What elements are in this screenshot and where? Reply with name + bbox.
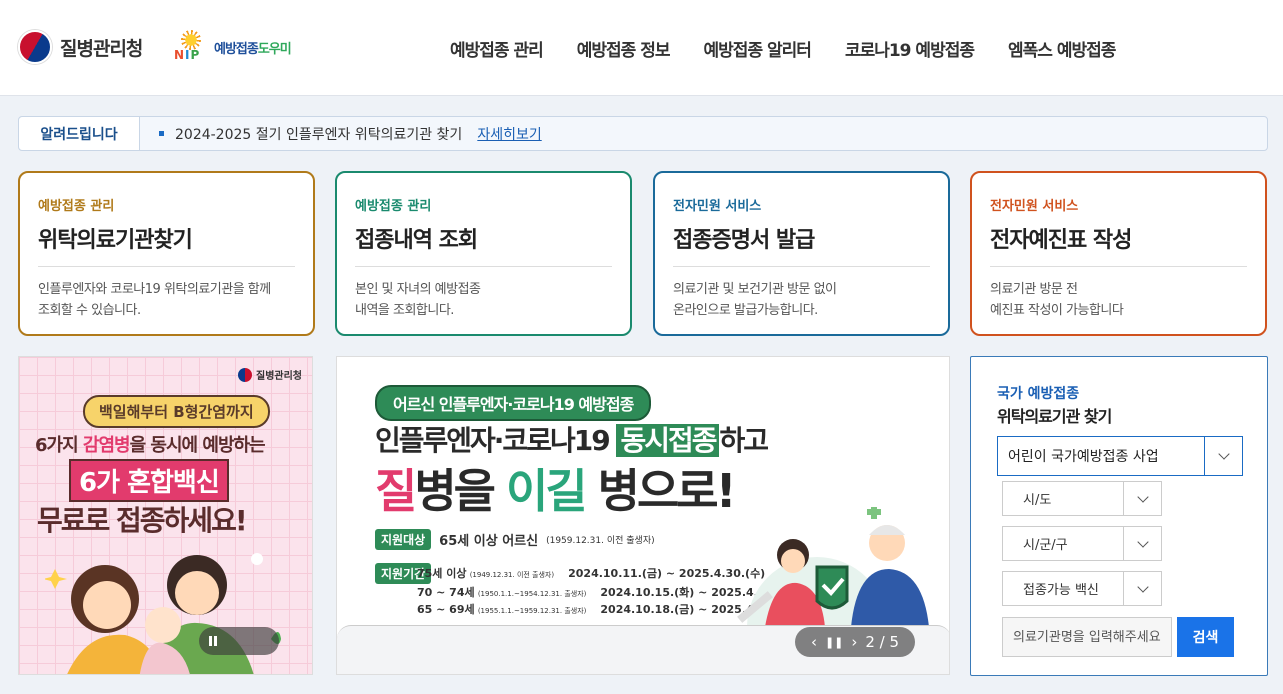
card-title: 접종내역 조회	[355, 222, 612, 267]
chevron-down-icon	[1123, 572, 1161, 605]
nip-logo[interactable]: NIP 예방접종도우미	[172, 30, 292, 64]
chevron-down-icon	[1123, 482, 1161, 515]
support-target-note: (1959.12.31. 이전 출생자)	[546, 536, 655, 546]
chevron-down-icon	[1204, 437, 1242, 475]
notice-bar: 알려드립니다 2024-2025 절기 인플루엔자 위탁의료기관 찾기 자세히보…	[18, 116, 1268, 151]
sido-select[interactable]: 시/도	[1002, 481, 1162, 516]
support-target-tag: 지원대상	[375, 529, 432, 550]
banner-headline-pill: 백일해부터 B형간염까지	[83, 395, 270, 428]
card-description: 본인 및 자녀의 예방접종 내역을 조회합니다.	[355, 282, 481, 318]
card-category: 예방접종 관리	[355, 199, 432, 214]
main-nav: 예방접종 관리 예방접종 정보 예방접종 알리터 코로나19 예방접종 엠폭스 …	[450, 36, 1116, 61]
search-button[interactable]: 검색	[1177, 617, 1234, 657]
banner-subline: 인플루엔자·코로나19 동시접종 하고	[375, 424, 769, 457]
card-title: 접종증명서 발급	[673, 222, 930, 267]
vaccine-select-value: 접종가능 백신	[1023, 583, 1099, 598]
nip-logo-text: 예방접종도우미	[214, 41, 292, 57]
card-category: 예방접종 관리	[38, 199, 115, 214]
bullet-icon	[159, 131, 164, 136]
notice-detail-link[interactable]: 자세히보기	[477, 124, 541, 144]
banner-page-indicator: 2 / 5	[865, 633, 900, 651]
prev-arrow-icon[interactable]: ‹	[811, 633, 817, 651]
card-description: 의료기관 및 보건기관 방문 없이 온라인으로 발급가능합니다.	[673, 282, 837, 318]
nav-covid19-vaccination[interactable]: 코로나19 예방접종	[845, 36, 975, 61]
card-description: 인플루엔자와 코로나19 위탁의료기관을 함께 조회할 수 있습니다.	[38, 282, 271, 318]
card-category: 전자민원 서비스	[673, 199, 762, 214]
period-row-1: 75세 이상 (1949.12.31. 이전 출생자) 2024.10.11.(…	[417, 567, 766, 580]
banner-pause-button[interactable]	[199, 627, 279, 655]
pause-icon	[209, 636, 217, 646]
next-arrow-icon[interactable]: ›	[851, 633, 857, 651]
pause-icon[interactable]: ❚❚	[825, 636, 843, 649]
card-title: 위탁의료기관찾기	[38, 222, 295, 267]
site-header: 질병관리청 NIP 예방접종도우미 예방접종 관리 예방접종 정보 예방접종 알…	[0, 0, 1283, 96]
nav-mpox-vaccination[interactable]: 엠폭스 예방접종	[1008, 36, 1116, 61]
banner-headline: 질병을 이길 병으로!	[375, 464, 737, 518]
nav-vaccination-info[interactable]: 예방접종 정보	[577, 36, 671, 61]
taegeuk-icon	[18, 30, 52, 64]
sigungu-select[interactable]: 시/군/구	[1002, 526, 1162, 561]
search-title: 위탁의료기관 찾기	[997, 407, 1112, 426]
card-e-questionnaire[interactable]: 전자민원 서비스 전자예진표 작성 의료기관 방문 전 예진표 작성이 가능합니…	[970, 171, 1267, 336]
sigungu-select-value: 시/군/구	[1023, 538, 1068, 553]
chevron-down-icon	[1123, 527, 1161, 560]
banner-pager-controls: ‹ ❚❚ › 2 / 5	[795, 627, 915, 657]
sido-select-value: 시/도	[1023, 493, 1052, 508]
vaccine-select[interactable]: 접종가능 백신	[1002, 571, 1162, 606]
clinic-name-input[interactable]	[1002, 617, 1172, 657]
notice-label: 알려드립니다	[19, 117, 140, 150]
support-target-text: 65세 이상 어르신	[439, 534, 539, 549]
kdca-logo-text: 질병관리청	[60, 37, 143, 60]
banner-highlight: 6가 혼합백신	[69, 459, 229, 502]
clinic-search-panel: 국가 예방접종 위탁의료기관 찾기 어린이 국가예방접종 사업 시/도 시/군/…	[970, 356, 1268, 676]
senior-flu-covid-banner[interactable]: 어르신 인플루엔자·코로나19 예방접종 인플루엔자·코로나19 동시접종 하고 …	[336, 356, 950, 675]
card-category: 전자민원 서비스	[990, 199, 1079, 214]
program-select[interactable]: 어린이 국가예방접종 사업	[997, 436, 1243, 476]
banner-headline-pill: 어르신 인플루엔자·코로나19 예방접종	[375, 385, 652, 421]
card-title: 전자예진표 작성	[990, 222, 1247, 267]
search-subtitle: 국가 예방접종	[997, 386, 1080, 402]
nav-vaccination-alert[interactable]: 예방접종 알리터	[704, 36, 812, 61]
card-find-clinic[interactable]: 예방접종 관리 위탁의료기관찾기 인플루엔자와 코로나19 위탁의료기관을 함께…	[18, 171, 315, 336]
taegeuk-icon	[238, 367, 252, 382]
banner-kdca-logo: 질병관리청	[238, 367, 302, 382]
card-vaccination-history[interactable]: 예방접종 관리 접종내역 조회 본인 및 자녀의 예방접종 내역을 조회합니다.	[335, 171, 632, 336]
program-select-value: 어린이 국가예방접종 사업	[1008, 449, 1159, 465]
nip-sun-icon: NIP	[172, 30, 210, 64]
kdca-logo[interactable]: 질병관리청	[18, 30, 143, 64]
banner-headline: 무료로 접종하세요!	[37, 504, 248, 537]
hexavalent-vaccine-banner[interactable]: 질병관리청 백일해부터 B형간염까지 6가지 감염병을 동시에 예방하는 6가 …	[18, 356, 313, 675]
support-target-row: 지원대상 65세 이상 어르신 (1959.12.31. 이전 출생자)	[375, 529, 655, 550]
nav-vaccination-management[interactable]: 예방접종 관리	[450, 36, 544, 61]
notice-text[interactable]: 2024-2025 절기 인플루엔자 위탁의료기관 찾기	[175, 124, 462, 144]
card-description: 의료기관 방문 전 예진표 작성이 가능합니다	[990, 282, 1124, 318]
card-certificate-issue[interactable]: 전자민원 서비스 접종증명서 발급 의료기관 및 보건기관 방문 없이 온라인으…	[653, 171, 950, 336]
banner-subline: 6가지 감염병을 동시에 예방하는	[35, 435, 266, 456]
